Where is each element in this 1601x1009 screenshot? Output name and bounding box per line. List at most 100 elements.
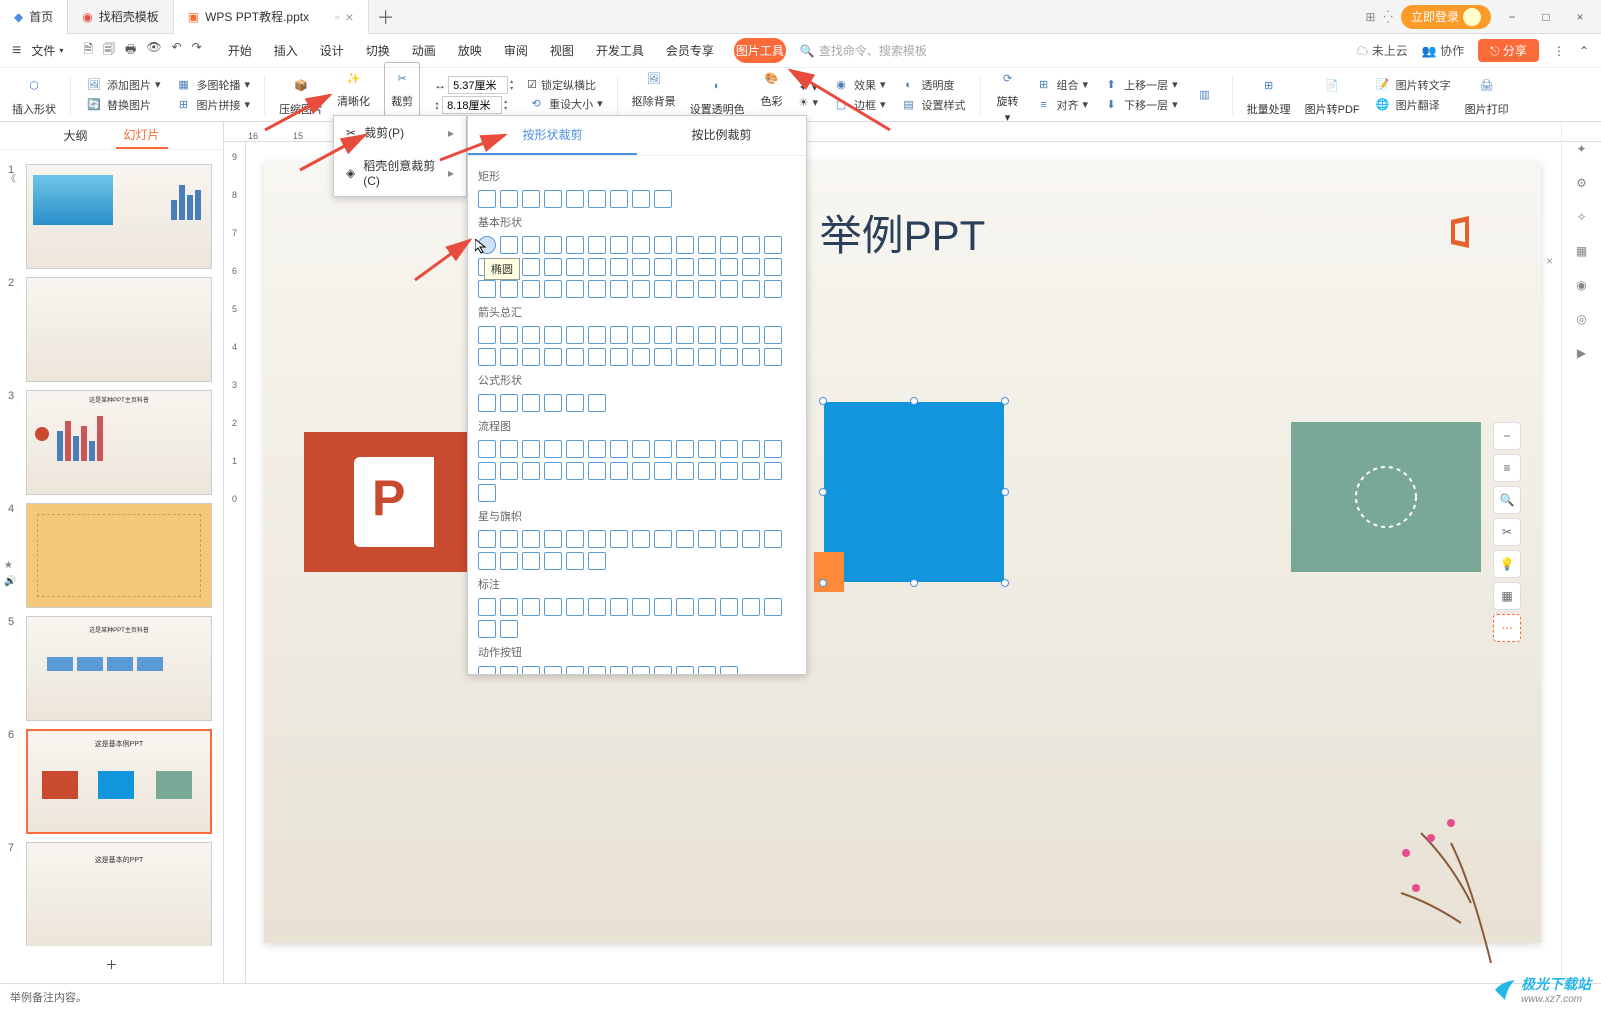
set-transparent-button[interactable]: ◐设置透明色 bbox=[690, 73, 745, 117]
maximize-button[interactable]: □ bbox=[1533, 10, 1559, 24]
shape-option[interactable] bbox=[698, 462, 716, 480]
present-icon[interactable]: ▶ bbox=[1577, 346, 1586, 360]
tab-view[interactable]: 视图 bbox=[548, 38, 576, 63]
shape-option[interactable] bbox=[632, 190, 650, 208]
compress-button[interactable]: 📦压缩图片 bbox=[279, 73, 323, 117]
shape-option[interactable] bbox=[588, 348, 606, 366]
shape-option[interactable] bbox=[500, 394, 518, 412]
shape-option[interactable] bbox=[566, 666, 584, 675]
shape-option[interactable] bbox=[500, 462, 518, 480]
shape-option[interactable] bbox=[720, 666, 738, 675]
slide-image-3[interactable] bbox=[1291, 422, 1481, 572]
image-join-button[interactable]: ⊞图片拼接 ▾ bbox=[175, 96, 251, 114]
slide-thumb-2[interactable] bbox=[26, 277, 212, 382]
to-text-button[interactable]: 📝图片转文字 bbox=[1374, 76, 1451, 94]
shape-option[interactable] bbox=[720, 462, 738, 480]
shape-option[interactable] bbox=[544, 190, 562, 208]
shape-option[interactable] bbox=[478, 552, 496, 570]
new-tab-button[interactable]: ＋ bbox=[369, 4, 403, 30]
shape-option[interactable] bbox=[742, 236, 760, 254]
shape-option[interactable] bbox=[588, 258, 606, 276]
tab-design[interactable]: 设计 bbox=[318, 38, 346, 63]
shape-option[interactable] bbox=[478, 462, 496, 480]
shape-option[interactable] bbox=[720, 326, 738, 344]
select-pane-button[interactable]: ▥ bbox=[1192, 82, 1218, 108]
shape-option[interactable] bbox=[742, 598, 760, 616]
crop-float-button[interactable]: ✂ bbox=[1493, 518, 1521, 546]
shape-option[interactable] bbox=[544, 462, 562, 480]
shape-option[interactable] bbox=[676, 258, 694, 276]
close-icon[interactable]: × bbox=[345, 9, 353, 25]
shape-option[interactable] bbox=[632, 348, 650, 366]
down-layer-button[interactable]: ⬇下移一层 ▾ bbox=[1102, 96, 1178, 114]
tab-animation[interactable]: 动画 bbox=[410, 38, 438, 63]
shape-option[interactable] bbox=[522, 190, 540, 208]
zoom-out-button[interactable]: − bbox=[1493, 422, 1521, 450]
shape-option[interactable] bbox=[522, 552, 540, 570]
tab-vip[interactable]: 会员专享 bbox=[664, 38, 716, 63]
by-ratio-tab[interactable]: 按比例裁剪 bbox=[637, 116, 806, 155]
shape-option[interactable] bbox=[478, 326, 496, 344]
shape-option[interactable] bbox=[676, 530, 694, 548]
shape-option[interactable] bbox=[610, 440, 628, 458]
tab-document[interactable]: ▣ WPS PPT教程.pptx ▫ × bbox=[174, 0, 369, 34]
lock-ratio-checkbox[interactable]: ☑锁定纵横比 bbox=[527, 77, 603, 93]
slide-image-2-selected[interactable] bbox=[824, 402, 1004, 582]
shape-option[interactable] bbox=[588, 190, 606, 208]
shape-option[interactable] bbox=[566, 326, 584, 344]
shape-option[interactable] bbox=[764, 462, 782, 480]
shape-option[interactable] bbox=[742, 326, 760, 344]
transparency-button[interactable]: ◐透明度 bbox=[900, 76, 966, 94]
shape-option[interactable] bbox=[764, 598, 782, 616]
shape-option[interactable] bbox=[522, 666, 540, 675]
resource-icon[interactable]: ◉ bbox=[1576, 278, 1586, 292]
print-icon[interactable]: 🖶 bbox=[125, 40, 136, 61]
shape-option[interactable] bbox=[720, 236, 738, 254]
slide-thumb-1[interactable] bbox=[26, 164, 212, 269]
shape-option[interactable] bbox=[742, 258, 760, 276]
shape-option[interactable] bbox=[764, 440, 782, 458]
shape-option[interactable] bbox=[566, 348, 584, 366]
shape-option[interactable] bbox=[698, 326, 716, 344]
shape-option[interactable] bbox=[566, 598, 584, 616]
shape-option[interactable] bbox=[588, 326, 606, 344]
style-button[interactable]: ▤设置样式 bbox=[900, 96, 966, 114]
shape-option[interactable] bbox=[764, 280, 782, 298]
img-print-button[interactable]: 🖨图片打印 bbox=[1465, 73, 1509, 117]
props-button[interactable]: ▦ bbox=[1493, 582, 1521, 610]
effects-button[interactable]: ◉效果 ▾ bbox=[832, 76, 886, 94]
multi-outline-button[interactable]: ▦多图轮播 ▾ bbox=[175, 76, 251, 94]
shape-option[interactable] bbox=[632, 440, 650, 458]
apps-icon[interactable]: ⁛ bbox=[1383, 10, 1393, 24]
shape-option[interactable] bbox=[764, 348, 782, 366]
shape-option[interactable] bbox=[654, 462, 672, 480]
add-slide-button[interactable]: ＋ bbox=[0, 946, 223, 983]
shape-option[interactable] bbox=[698, 666, 716, 675]
shape-option[interactable] bbox=[654, 598, 672, 616]
shape-option[interactable] bbox=[632, 666, 650, 675]
login-button[interactable]: 立即登录 bbox=[1401, 5, 1491, 29]
idea-button[interactable]: 💡 bbox=[1493, 550, 1521, 578]
shape-option[interactable] bbox=[742, 440, 760, 458]
combine-button[interactable]: ⊞组合 ▾ bbox=[1035, 76, 1089, 94]
shape-option[interactable] bbox=[500, 440, 518, 458]
shape-option[interactable] bbox=[610, 236, 628, 254]
shape-option[interactable] bbox=[698, 236, 716, 254]
undo-icon[interactable]: ↶ bbox=[172, 40, 182, 61]
shape-option[interactable] bbox=[478, 348, 496, 366]
shape-option[interactable] bbox=[500, 598, 518, 616]
collapse-ribbon-icon[interactable]: ⌃ bbox=[1579, 44, 1589, 58]
shape-option[interactable] bbox=[632, 530, 650, 548]
shape-option[interactable] bbox=[676, 236, 694, 254]
shape-option[interactable] bbox=[720, 258, 738, 276]
shape-option[interactable] bbox=[632, 236, 650, 254]
outline-tab[interactable]: 大纲 bbox=[55, 123, 95, 148]
shape-option[interactable] bbox=[654, 666, 672, 675]
shape-option[interactable] bbox=[478, 394, 496, 412]
redo-icon[interactable]: ↷ bbox=[192, 40, 202, 61]
shape-option[interactable] bbox=[544, 280, 562, 298]
shape-option[interactable] bbox=[588, 530, 606, 548]
shape-option[interactable] bbox=[764, 236, 782, 254]
shape-option[interactable] bbox=[632, 326, 650, 344]
shape-option[interactable] bbox=[698, 280, 716, 298]
